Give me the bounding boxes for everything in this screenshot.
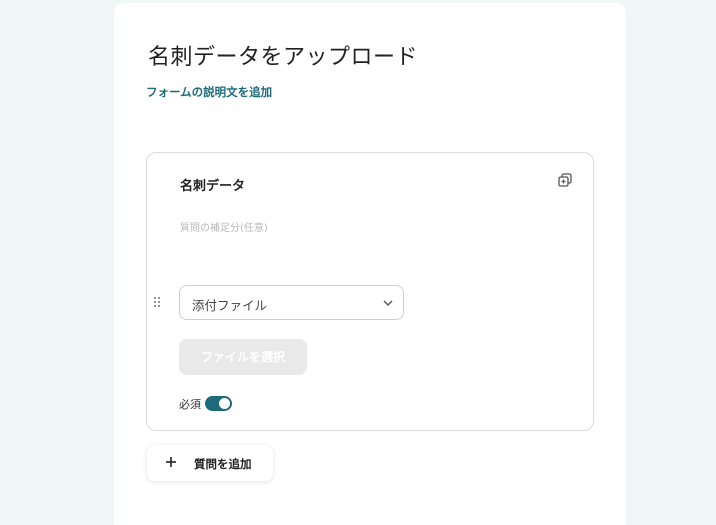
toggle-knob: [219, 398, 230, 409]
chevron-down-icon: [383, 300, 393, 306]
question-help-text[interactable]: 質問の補足分(任意): [180, 219, 268, 234]
add-question-button[interactable]: 質問を追加: [147, 445, 273, 481]
drag-handle-icon[interactable]: [152, 296, 162, 308]
question-type-value: 添付ファイル: [192, 298, 268, 313]
question-type-select[interactable]: 添付ファイル: [179, 285, 404, 320]
copy-icon[interactable]: [557, 172, 573, 188]
question-title[interactable]: 名刺データ: [180, 175, 245, 194]
required-toggle[interactable]: [205, 396, 232, 411]
form-card: 名刺データをアップロード フォームの説明文を追加 名刺データ 質問の補足分(任意…: [114, 3, 626, 525]
add-question-label: 質問を追加: [194, 457, 252, 471]
select-file-button[interactable]: ファイルを選択: [179, 339, 307, 375]
add-description-link[interactable]: フォームの説明文を追加: [146, 84, 272, 100]
form-title[interactable]: 名刺データをアップロード: [148, 39, 418, 71]
required-label: 必須: [179, 398, 201, 411]
question-card[interactable]: 名刺データ 質問の補足分(任意) 添付ファイル ファイルを選択 必須: [146, 152, 594, 431]
plus-icon: [166, 457, 176, 467]
